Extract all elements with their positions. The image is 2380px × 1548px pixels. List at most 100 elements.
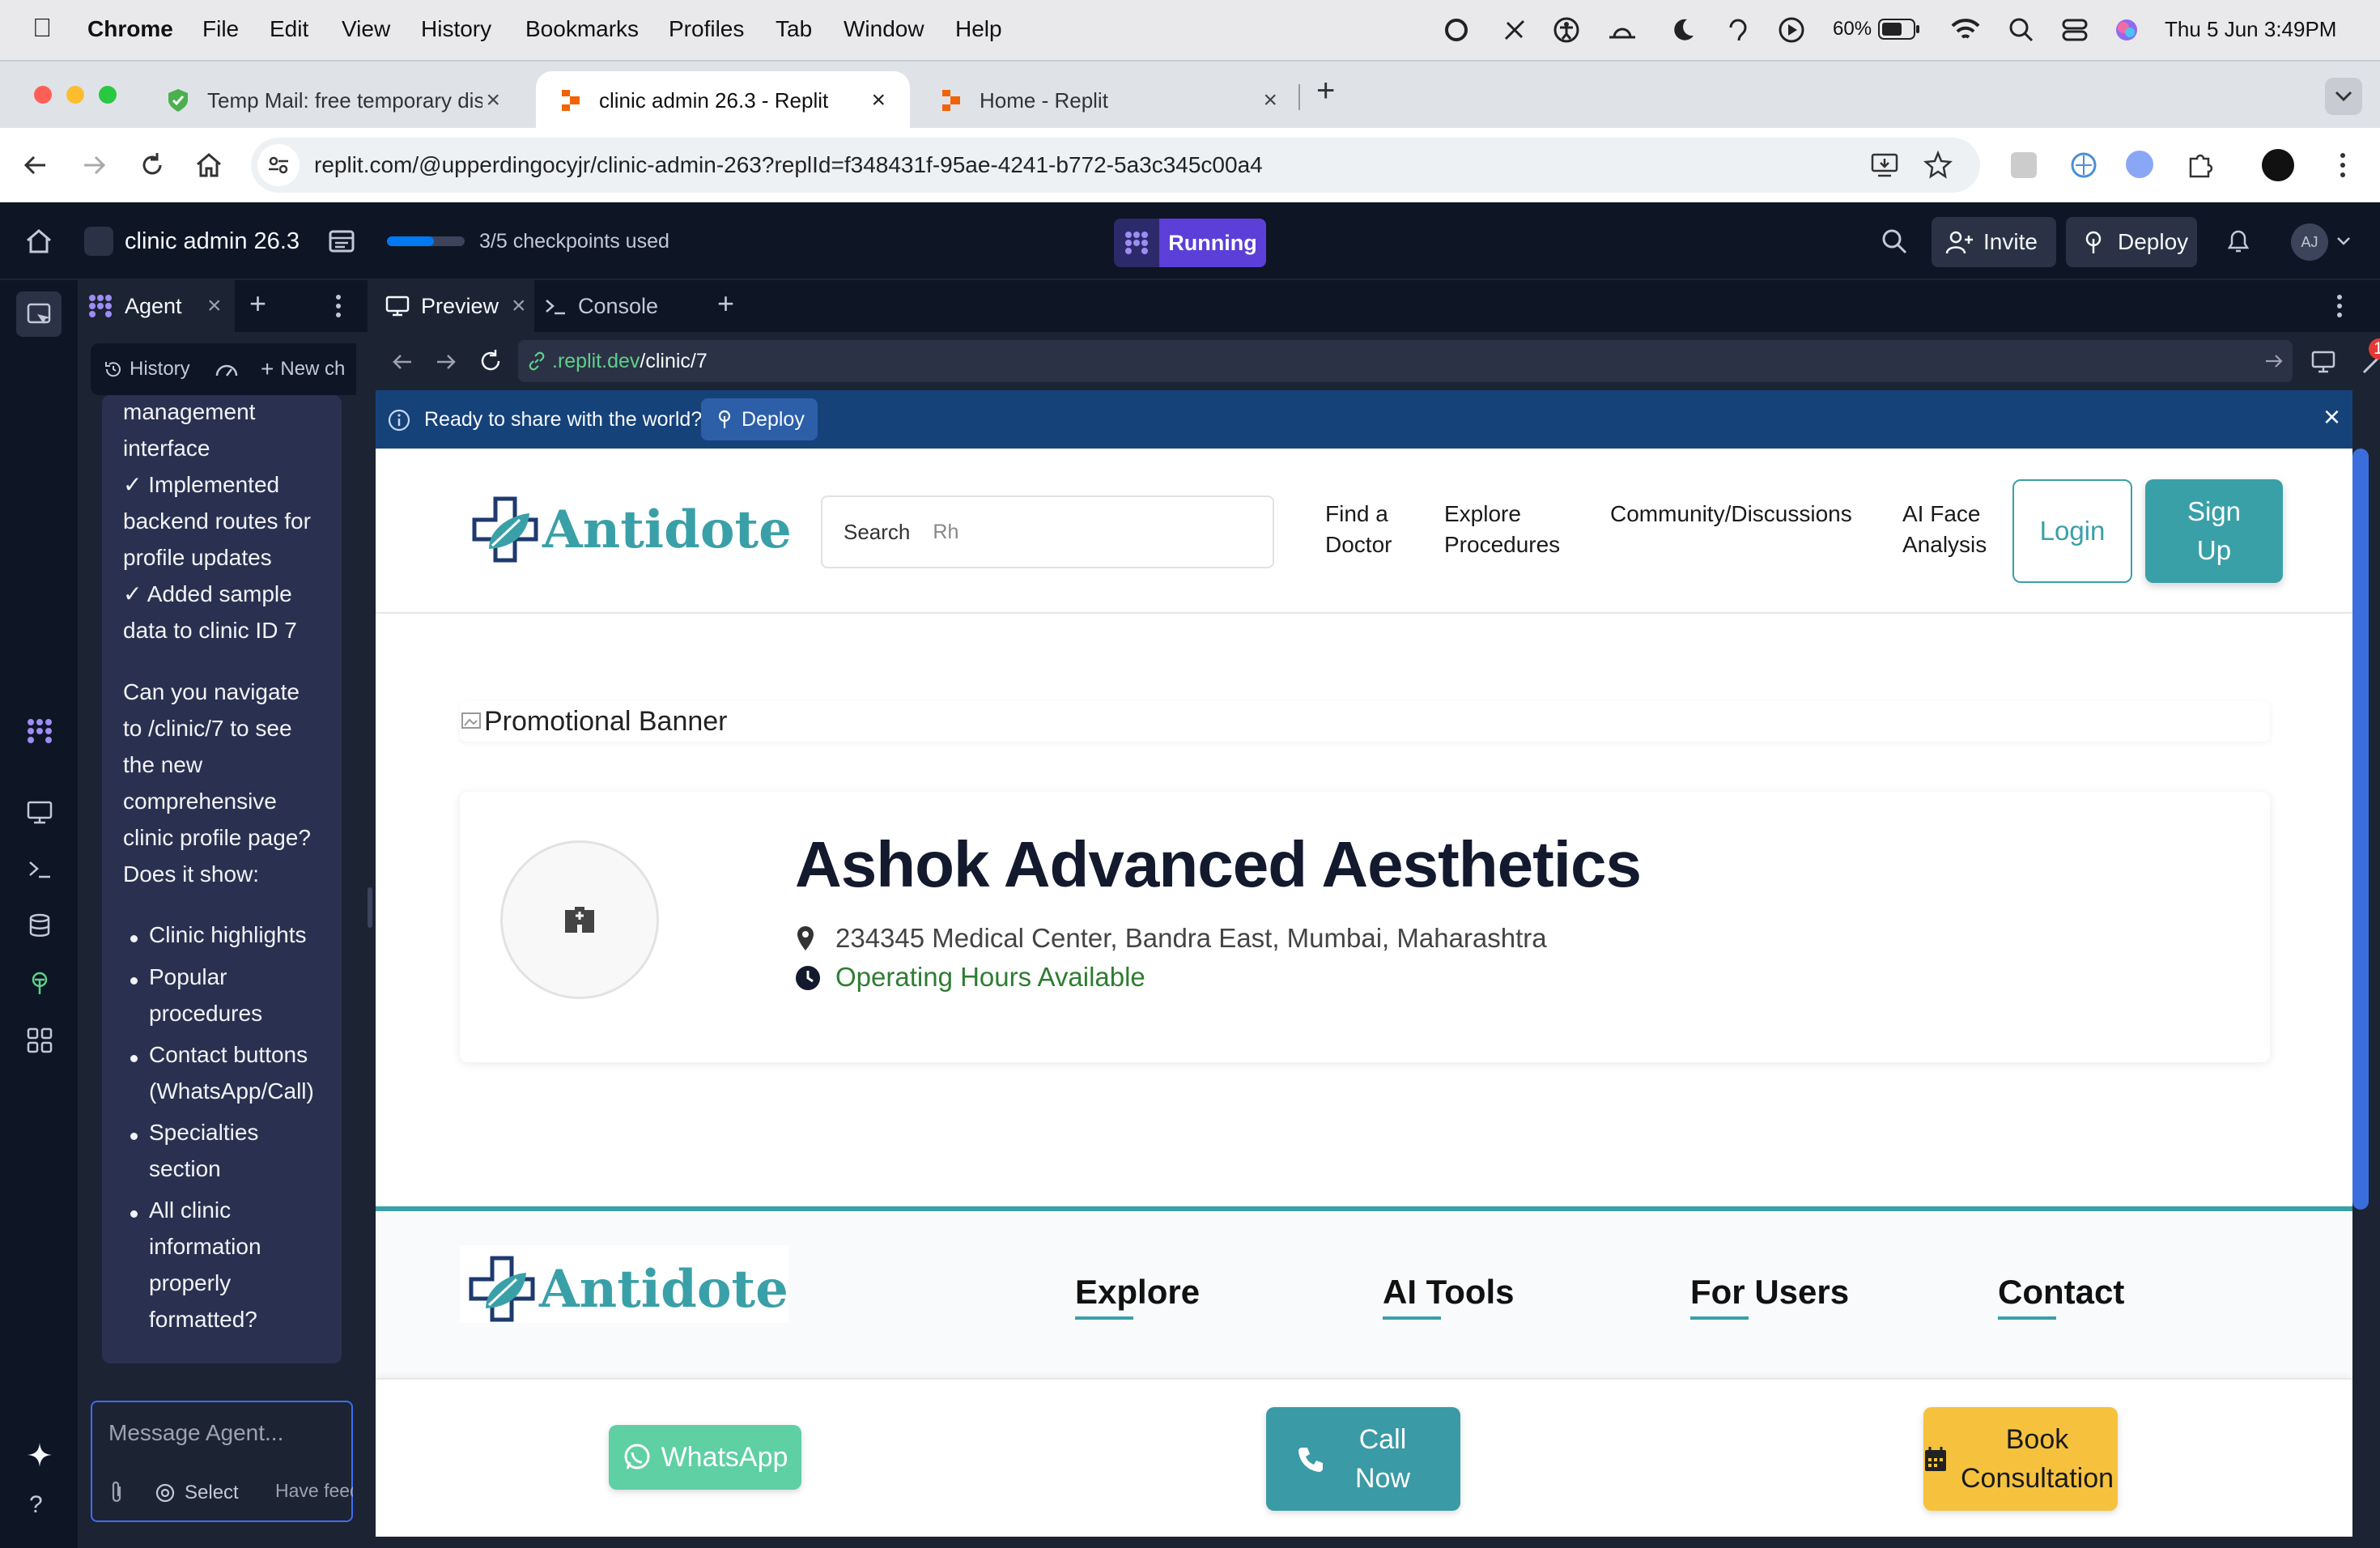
menubar-app-name[interactable]: Chrome [87,16,173,42]
running-label[interactable]: Running [1159,219,1266,267]
all-tools-grid-icon[interactable] [26,1027,53,1054]
extension-icon-1[interactable] [2011,152,2037,178]
feedback-link[interactable]: Have feedl [275,1480,353,1502]
nav-explore-procedures[interactable]: Explore Procedures [1444,499,1560,560]
console-icon[interactable] [26,855,53,882]
site-info-button[interactable] [257,144,300,186]
nav-ai-face-analysis[interactable]: AI Face Analysis [1902,499,1987,560]
new-tab-button[interactable]: + [717,287,734,321]
menu-window[interactable]: Window [844,16,924,42]
browser-tab-temp-mail[interactable]: Temp Mail: free temporary dis × [142,71,529,130]
login-button[interactable]: Login [2012,479,2132,583]
address-bar[interactable]: replit.com/@upperdingocyjr/clinic-admin-… [251,138,1980,193]
clock-datetime[interactable]: Thu 5 Jun 3:49PM [2165,17,2336,42]
agent-tab[interactable]: Agent × [78,280,235,332]
project-details-icon[interactable] [327,227,356,256]
extension-icon-3[interactable] [2126,151,2153,178]
siri-icon[interactable] [2113,16,2140,44]
browser-tab-clinic-admin[interactable]: clinic admin 26.3 - Replit × [536,71,910,130]
paperclip-icon[interactable] [107,1480,126,1506]
footer-logo[interactable]: Antidote [460,1245,788,1323]
tab-close-icon[interactable]: × [1263,87,1277,114]
window-minimize-button[interactable] [66,86,84,104]
tab-close-icon[interactable]: × [486,87,500,114]
deployments-icon[interactable] [26,970,53,997]
new-tab-button[interactable]: + [1316,73,1335,109]
control-center-icon[interactable] [2061,16,2089,44]
gauge-icon[interactable] [214,359,240,379]
home-icon[interactable] [194,151,223,180]
tab-search-button[interactable] [2325,78,2362,115]
window-close-button[interactable] [34,86,52,104]
pane-resize-handle[interactable] [368,887,372,928]
menu-file[interactable]: File [202,16,239,42]
chevron-down-icon[interactable] [2336,236,2351,246]
whatsapp-button[interactable]: WhatsApp [609,1425,801,1490]
go-arrow-icon[interactable] [2263,351,2284,371]
hearing-icon[interactable] [1724,16,1752,44]
project-name[interactable]: clinic admin 26.3 [125,228,300,255]
message-agent-input[interactable]: Message Agent... Select Have feedl [91,1401,353,1522]
preview-monitor-icon[interactable] [26,798,53,826]
menu-edit[interactable]: Edit [270,16,308,42]
run-status-button[interactable]: Running [1114,219,1266,267]
console-tab[interactable]: Console [544,280,698,332]
site-search-input[interactable]: Search Rh [821,495,1274,568]
device-toggle-icon[interactable] [2310,350,2336,374]
close-tab-icon[interactable]: × [512,292,526,320]
book-consultation-button[interactable]: Book Consultation [1923,1407,2118,1511]
home-icon[interactable] [24,227,53,256]
sparkle-icon[interactable] [26,1441,53,1469]
user-avatar[interactable]: AJ [2291,223,2328,261]
more-vertical-icon[interactable] [2335,293,2344,319]
brightness-icon[interactable] [1606,16,1638,44]
menu-bookmarks[interactable]: Bookmarks [525,16,639,42]
invite-button[interactable]: Invite [1932,217,2056,267]
back-arrow-icon[interactable] [21,151,50,180]
call-now-button[interactable]: Call Now [1266,1407,1460,1511]
forward-arrow-icon[interactable] [434,350,458,374]
tools-panel-button[interactable] [16,291,62,337]
accessibility-icon[interactable] [1553,16,1580,44]
status-icon-1[interactable] [1443,16,1470,44]
status-icon-2[interactable] [1501,16,1528,44]
forward-arrow-icon[interactable] [79,151,108,180]
signup-button[interactable]: Sign Up [2145,479,2283,583]
database-icon[interactable] [26,912,53,939]
wifi-icon[interactable] [1949,16,1982,44]
operating-hours[interactable]: Operating Hours Available [835,962,1145,993]
reload-icon[interactable] [478,348,504,374]
install-app-icon[interactable] [1870,151,1899,180]
bell-icon[interactable] [2225,227,2252,256]
select-element-button[interactable]: Select [154,1480,239,1506]
url-text[interactable]: replit.com/@upperdingocyjr/clinic-admin-… [314,152,1263,178]
apple-icon[interactable]:  [32,13,52,43]
extension-icon-2[interactable] [2069,151,2098,180]
menu-help[interactable]: Help [955,16,1002,42]
bookmark-star-icon[interactable] [1923,151,1953,180]
spotlight-search-icon[interactable] [2008,16,2035,44]
menu-tab[interactable]: Tab [776,16,812,42]
site-logo[interactable]: Antidote [471,495,792,563]
deploy-button[interactable]: Deploy [2066,217,2197,267]
history-button[interactable]: History [104,353,190,385]
more-vertical-icon[interactable] [2335,151,2351,180]
more-vertical-icon[interactable] [334,293,343,319]
back-arrow-icon[interactable] [390,350,414,374]
tab-close-icon[interactable]: × [871,87,886,114]
new-chat-button[interactable]: + New ch [261,353,345,385]
reload-icon[interactable] [138,151,167,180]
nav-community-discussions[interactable]: Community/Discussions [1610,499,1852,529]
moon-icon[interactable] [1669,16,1697,44]
close-tab-icon[interactable]: × [207,292,222,320]
menu-profiles[interactable]: Profiles [669,16,744,42]
menu-history[interactable]: History [421,16,491,42]
search-icon[interactable] [1880,227,1909,256]
preview-tab[interactable]: Preview × [376,280,534,332]
battery-icon[interactable] [1878,18,1920,40]
play-icon[interactable] [1778,16,1805,44]
menu-view[interactable]: View [342,16,390,42]
browser-tab-home-replit[interactable]: Home - Replit × [916,71,1297,130]
new-tab-button[interactable]: + [249,287,266,321]
close-banner-icon[interactable]: × [2323,400,2340,434]
